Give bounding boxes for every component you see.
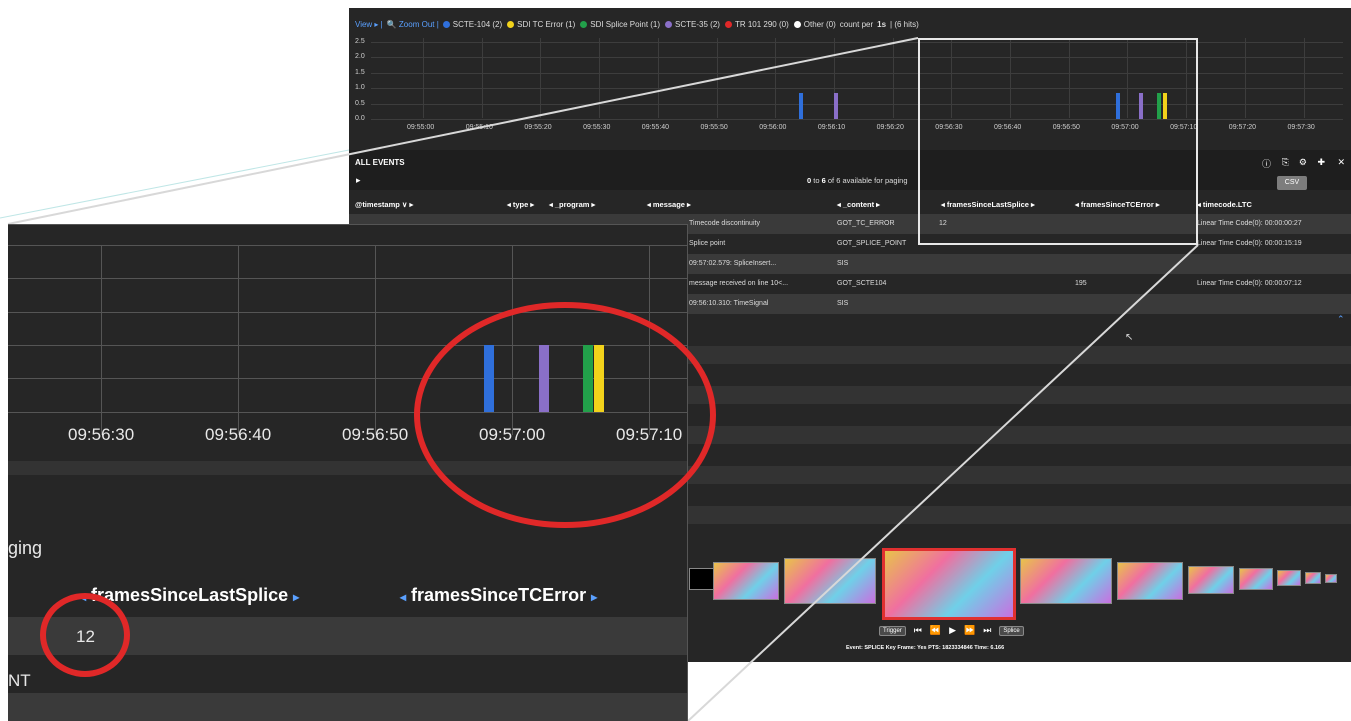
inset-text-fragment: NT xyxy=(8,671,31,690)
inset-x-tick: 09:56:40 xyxy=(205,425,272,444)
zoom-region-outline xyxy=(918,38,1198,245)
inset-paging-fragment: ging xyxy=(8,538,43,558)
inset-x-tick: 09:56:50 xyxy=(342,425,409,444)
inset-col-frames-since-tc-error[interactable]: ◂ framesSinceTCError ▸ xyxy=(400,585,597,606)
inset-x-tick: 09:56:30 xyxy=(68,425,135,444)
grid-line xyxy=(238,245,239,435)
grid-line xyxy=(375,245,376,435)
highlight-ring-bars xyxy=(414,302,716,528)
grid-line xyxy=(101,245,102,435)
highlight-ring-value xyxy=(40,593,130,677)
grid-line xyxy=(8,245,687,246)
grid-line xyxy=(8,278,687,279)
inset-table-row xyxy=(8,693,687,721)
